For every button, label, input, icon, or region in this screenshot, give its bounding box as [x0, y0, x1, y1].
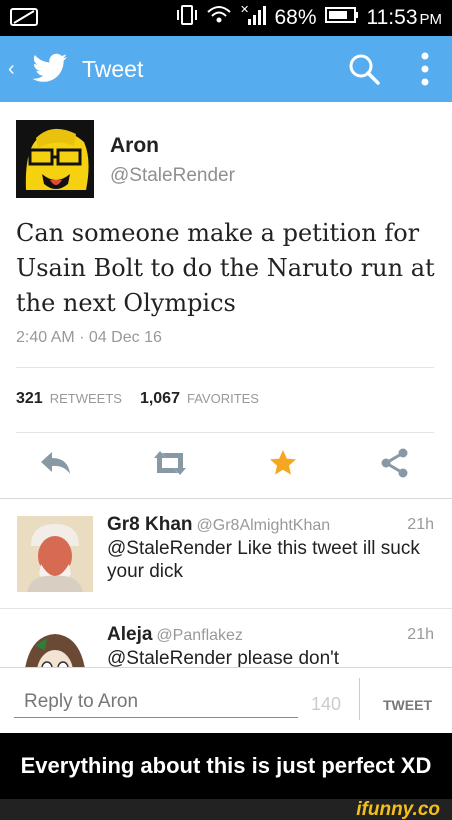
reply-text: @StaleRender please don't [107, 648, 340, 667]
divider [16, 432, 434, 433]
reply-author: Aleja @Panflakez [107, 624, 243, 646]
character-count: 140 [311, 694, 342, 714]
clock-time: 11:53 [366, 6, 418, 29]
reply-item[interactable]: Gr8 Khan @Gr8AlmightKhan 21h @StaleRender… [0, 498, 452, 608]
reply-item[interactable]: Aleja @Panflakez 21h @StaleRender please … [0, 608, 452, 667]
author-name[interactable]: Aron [110, 134, 159, 158]
divider [16, 367, 434, 368]
tweet-text: Can someone make a petition for Usain Bo… [16, 219, 435, 317]
battery-icon [324, 6, 359, 30]
reply-author: Gr8 Khan @Gr8AlmightKhan [107, 514, 330, 536]
retweets-label[interactable]: RETWEETS [50, 391, 122, 406]
reply-input[interactable]: Reply to Aron [14, 686, 298, 718]
no-sim-icon [10, 7, 40, 32]
svg-text:✕: ✕ [240, 4, 249, 16]
reply-avatar[interactable] [17, 626, 93, 667]
favorite-star-icon[interactable] [268, 448, 298, 480]
back-chevron-icon[interactable]: ‹ [8, 58, 15, 81]
more-vertical-icon[interactable] [420, 52, 430, 91]
retweets-count[interactable]: 321 [16, 390, 43, 408]
wifi-icon [206, 4, 232, 32]
author-handle[interactable]: @StaleRender [110, 165, 235, 187]
reply-time: 21h [407, 516, 434, 533]
status-bar: ✕ 68% 11:53 PM [0, 0, 452, 36]
watermark: ifunny.co [356, 799, 440, 820]
tweet-detail: Aron @StaleRender Can someone make a pet… [0, 102, 452, 667]
signal-icon: ✕ [240, 3, 267, 32]
page-title: Tweet [82, 56, 144, 82]
reply-author-handle[interactable]: @Gr8AlmightKhan [197, 517, 331, 534]
share-icon[interactable] [380, 448, 410, 480]
divider [359, 678, 360, 720]
reply-avatar[interactable] [17, 516, 93, 592]
reply-composer: Reply to Aron 140 TWEET [0, 667, 452, 733]
reply-author-name[interactable]: Aleja [107, 624, 152, 645]
meme-caption: Everything about this is just perfect XD [0, 733, 452, 799]
watermark-bar: ifunny.co [0, 799, 452, 820]
author-avatar[interactable] [16, 120, 94, 198]
tweet-timestamp: 2:40 AM · 04 Dec 16 [16, 329, 162, 346]
tweet-button[interactable]: TWEET [383, 697, 432, 713]
favorites-count[interactable]: 1,067 [140, 390, 180, 408]
search-icon[interactable] [348, 53, 380, 90]
tweet-stats: 321 RETWEETS 1,067 FAVORITES [16, 390, 259, 408]
favorites-label[interactable]: FAVORITES [187, 391, 259, 406]
battery-percent: 68% [274, 6, 317, 29]
clock: 11:53 PM [367, 6, 443, 30]
reply-author-handle[interactable]: @Panflakez [156, 627, 243, 644]
reply-time: 21h [407, 626, 434, 643]
reply-author-name[interactable]: Gr8 Khan [107, 514, 193, 535]
retweet-icon[interactable] [150, 448, 190, 480]
reply-text: @StaleRender Like this tweet ill suck yo… [107, 538, 420, 582]
app-bar: ‹ Tweet [0, 36, 452, 102]
twitter-bird-icon[interactable] [32, 53, 68, 88]
reply-icon[interactable] [38, 448, 72, 480]
vibrate-icon [176, 4, 198, 32]
clock-ampm: PM [419, 11, 443, 28]
